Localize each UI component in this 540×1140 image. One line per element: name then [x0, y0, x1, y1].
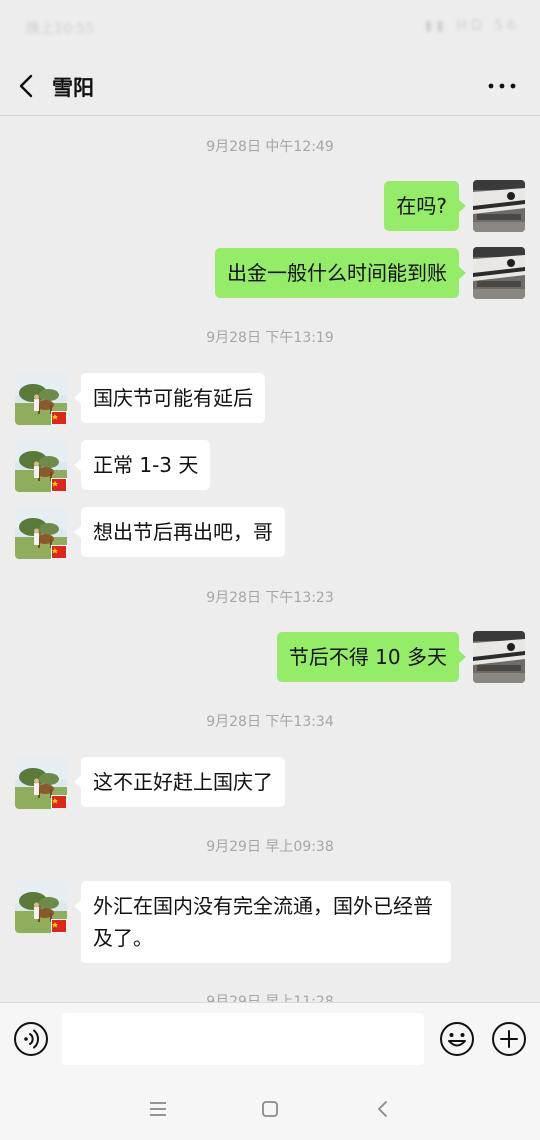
status-icons: ▮▮ HD 56 [424, 18, 520, 34]
avatar-contact-image [15, 881, 67, 933]
timestamp: 9月28日 下午13:19 [206, 330, 334, 346]
avatar-contact-image [15, 757, 67, 809]
avatar-contact[interactable] [15, 507, 67, 559]
emoji-button[interactable] [439, 1021, 475, 1057]
voice-button[interactable] [13, 1021, 49, 1057]
more-dots-icon [488, 83, 516, 89]
timestamp: 9月29日 早上11:28 [206, 994, 334, 1002]
voice-icon [14, 1022, 48, 1056]
message-bubble-incoming[interactable]: 外汇在国内没有完全流通，国外已经普及了。 [74, 881, 451, 963]
timestamp: 9月28日 下午13:23 [206, 590, 334, 606]
input-bar [0, 1002, 540, 1076]
message-bubble-outgoing[interactable]: 在吗? [384, 181, 466, 231]
more-button[interactable] [486, 72, 518, 100]
more-functions-button[interactable] [491, 1021, 527, 1057]
system-back-button[interactable] [368, 1094, 398, 1124]
message-bubble-incoming[interactable]: 国庆节可能有延后 [74, 373, 265, 423]
timestamp: 9月28日 下午13:34 [206, 714, 334, 730]
plus-icon [492, 1022, 526, 1056]
avatar-contact[interactable] [15, 757, 67, 809]
chat-header: 雪阳 [0, 56, 540, 116]
system-navigation-bar [0, 1076, 540, 1140]
back-triangle-icon [378, 1101, 387, 1117]
back-button[interactable] [12, 68, 44, 104]
chat-history[interactable]: 9月28日 中午12:49 在吗? 出金一般什么时间能到账 9月28日 下午13… [0, 117, 540, 1002]
home-button[interactable] [255, 1094, 285, 1124]
avatar-self[interactable] [473, 631, 525, 683]
recent-apps-button[interactable] [143, 1094, 173, 1124]
message-bubble-incoming[interactable]: 正常 1-3 天 [73, 440, 211, 490]
avatar-contact-image [15, 507, 67, 559]
status-time: 晚上10:55 [26, 21, 95, 37]
avatar-self-image [473, 180, 525, 232]
message-bubble-outgoing[interactable]: 出金一般什么时间能到账 [215, 248, 466, 298]
avatar-contact[interactable] [15, 881, 67, 933]
back-arrow-icon [19, 74, 33, 98]
avatar-contact-image [15, 373, 67, 425]
avatar-self[interactable] [473, 247, 525, 299]
message-bubble-incoming[interactable]: 这不正好赶上国庆了 [74, 757, 285, 807]
avatar-contact[interactable] [15, 440, 67, 492]
status-bar: 晚上10:55 ▮▮ HD 56 [0, 0, 540, 56]
avatar-self-image [473, 631, 525, 683]
avatar-contact-image [15, 440, 67, 492]
message-bubble-incoming[interactable]: 想出节后再出吧，哥 [74, 507, 285, 557]
timestamp: 9月29日 早上09:38 [206, 839, 334, 855]
message-bubble-outgoing[interactable]: 节后不得 10 多天 [276, 632, 467, 682]
emoji-icon [440, 1022, 474, 1056]
home-square-icon [262, 1101, 278, 1117]
avatar-contact[interactable] [15, 373, 67, 425]
menu-icon [150, 1102, 166, 1116]
avatar-self[interactable] [473, 180, 525, 232]
timestamp: 9月28日 中午12:49 [206, 139, 334, 155]
chat-title: 雪阳 [52, 76, 94, 100]
message-input[interactable] [62, 1013, 424, 1065]
avatar-self-image [473, 247, 525, 299]
